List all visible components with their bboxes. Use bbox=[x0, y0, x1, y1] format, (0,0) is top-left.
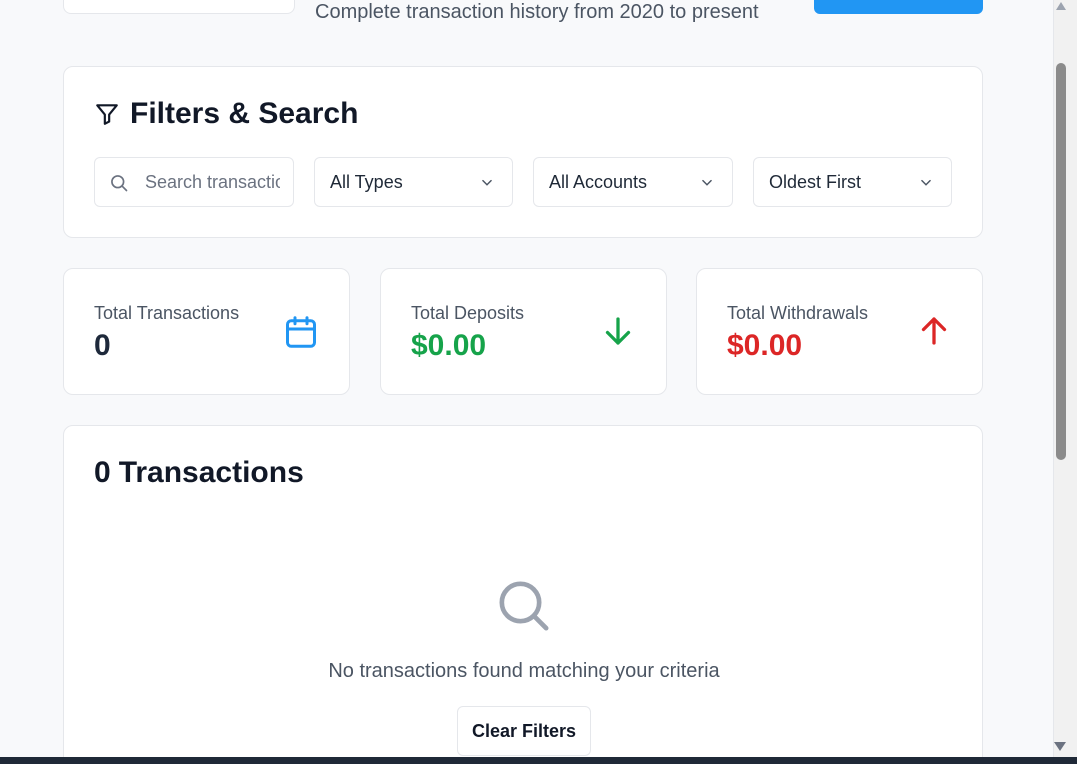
stat-card-total-transactions: Total Transactions 0 bbox=[63, 268, 350, 395]
page-viewport: Complete transaction history from 2020 t… bbox=[0, 0, 1053, 757]
stat-card-total-withdrawals: Total Withdrawals $0.00 bbox=[696, 268, 983, 395]
arrow-up-icon bbox=[921, 317, 947, 345]
scroll-down-arrow-icon[interactable] bbox=[1054, 742, 1066, 751]
page-subtitle: Complete transaction history from 2020 t… bbox=[315, 1, 759, 23]
scroll-up-arrow-icon[interactable] bbox=[1056, 2, 1066, 10]
empty-state-message: No transactions found matching your crit… bbox=[328, 660, 720, 682]
search-input[interactable] bbox=[145, 170, 280, 194]
chevron-down-icon bbox=[702, 179, 712, 186]
search-field[interactable] bbox=[94, 157, 294, 207]
stat-value: 0 bbox=[94, 329, 111, 362]
window-bottom-edge bbox=[0, 757, 1077, 764]
stat-value: $0.00 bbox=[727, 329, 803, 362]
filter-icon bbox=[96, 104, 118, 125]
primary-action-button[interactable] bbox=[814, 0, 983, 14]
top-summary-card bbox=[63, 0, 295, 14]
transactions-title: Transactions bbox=[118, 456, 304, 489]
type-select-value: All Types bbox=[330, 171, 403, 192]
chevron-down-icon bbox=[921, 179, 931, 186]
search-icon bbox=[111, 175, 128, 192]
filters-title: Filters & Search bbox=[130, 97, 359, 130]
search-icon bbox=[499, 581, 549, 631]
filters-heading: Filters & Search bbox=[94, 97, 358, 131]
account-select-value: All Accounts bbox=[549, 171, 648, 192]
filters-card: Filters & Search All Types All Accounts … bbox=[63, 66, 983, 238]
transactions-card: 0 Transactions No transactions found matc… bbox=[63, 425, 983, 757]
stat-label: Total Deposits bbox=[411, 303, 525, 323]
transactions-heading: 0 Transactions bbox=[94, 456, 304, 490]
sort-select-value: Oldest First bbox=[769, 171, 862, 192]
transactions-count: 0 bbox=[94, 456, 111, 489]
scrollbar-thumb[interactable] bbox=[1056, 63, 1066, 460]
calendar-icon bbox=[286, 316, 316, 348]
clear-filters-button[interactable]: Clear Filters bbox=[457, 706, 591, 756]
chevron-down-icon bbox=[482, 179, 492, 186]
type-select[interactable]: All Types bbox=[314, 157, 513, 207]
stat-card-total-deposits: Total Deposits $0.00 bbox=[380, 268, 667, 395]
account-select[interactable]: All Accounts bbox=[533, 157, 733, 207]
sort-select[interactable]: Oldest First bbox=[753, 157, 952, 207]
arrow-down-icon bbox=[605, 317, 631, 345]
stat-label: Total Withdrawals bbox=[727, 303, 869, 323]
stat-label: Total Transactions bbox=[94, 303, 240, 323]
stat-value: $0.00 bbox=[411, 329, 487, 362]
